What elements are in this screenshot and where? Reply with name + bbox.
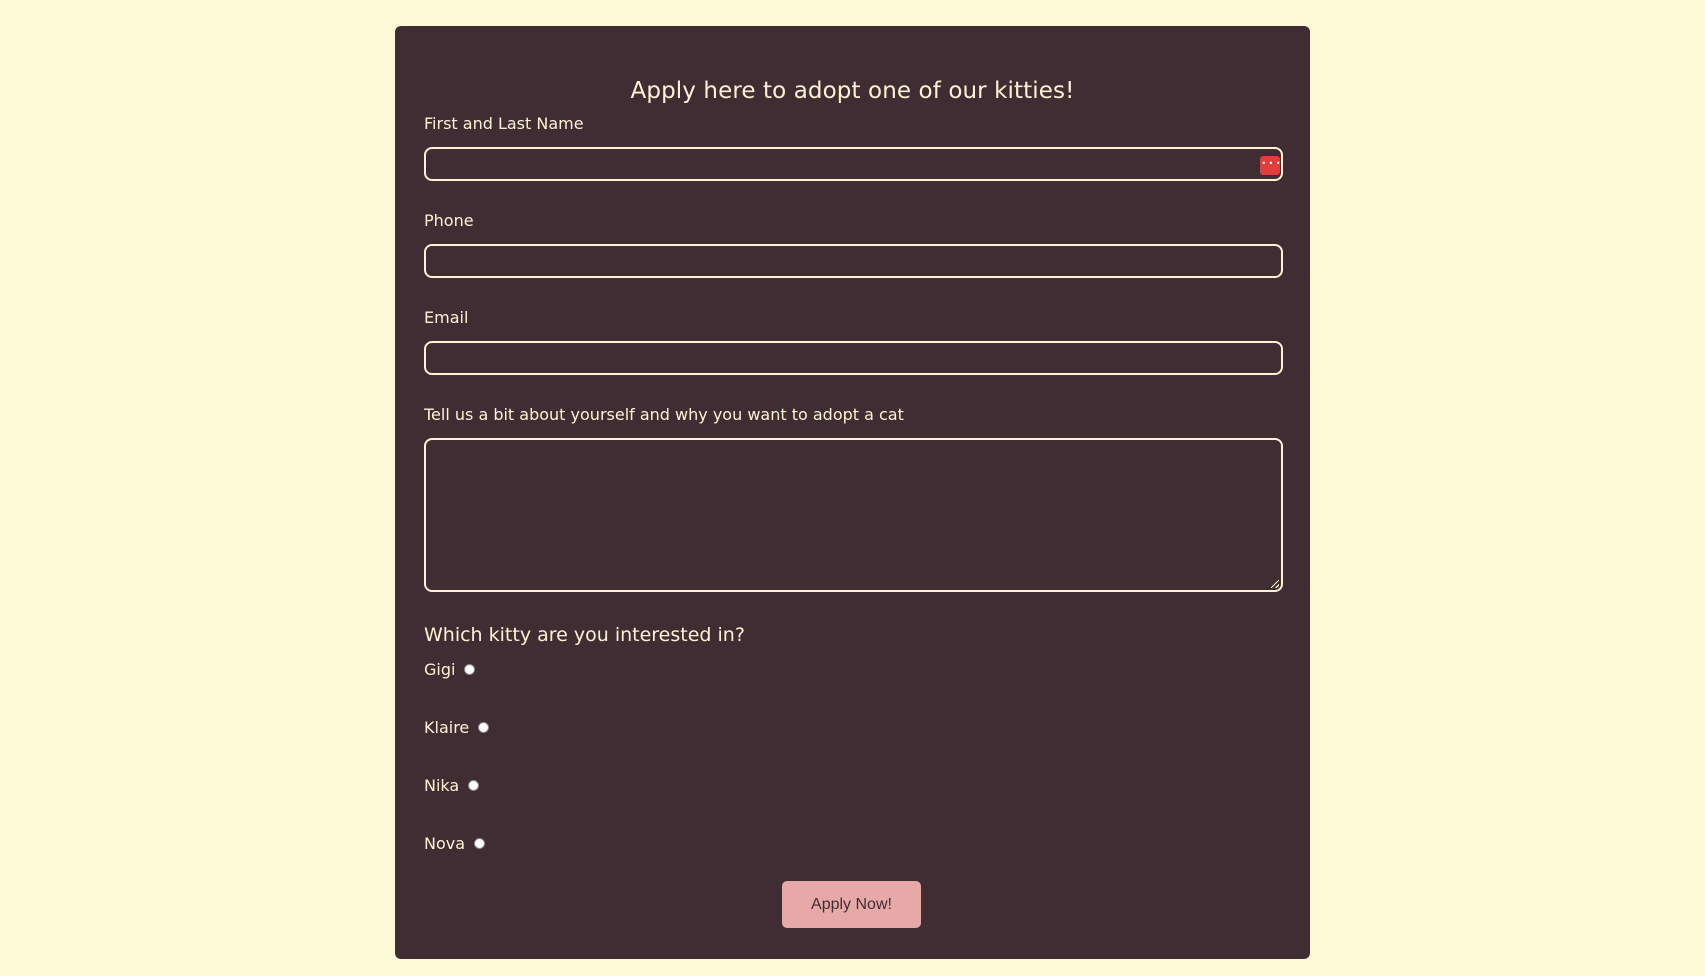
adoption-form-card: Apply here to adopt one of our kitties! … [395, 26, 1310, 959]
radio-button[interactable] [474, 838, 486, 849]
kitty-option-nova[interactable]: Nova [424, 834, 486, 853]
kitty-option-label: Nika [424, 776, 460, 795]
radio-button[interactable] [478, 722, 490, 733]
resize-grip-icon[interactable] [1271, 580, 1279, 588]
phone-input[interactable] [424, 244, 1283, 278]
apply-now-button[interactable]: Apply Now! [782, 881, 921, 928]
kitty-option-klaire[interactable]: Klaire [424, 718, 490, 737]
email-input[interactable] [424, 341, 1283, 375]
kitty-option-gigi[interactable]: Gigi [424, 660, 476, 679]
name-label: First and Last Name [424, 114, 584, 133]
about-label: Tell us a bit about yourself and why you… [424, 405, 904, 424]
about-textarea[interactable] [424, 438, 1283, 592]
kitty-question: Which kitty are you interested in? [424, 624, 745, 646]
radio-button[interactable] [468, 780, 480, 791]
password-manager-icon[interactable]: ··· [1260, 156, 1282, 175]
radio-button[interactable] [464, 664, 476, 675]
phone-label: Phone [424, 211, 474, 230]
kitty-option-label: Gigi [424, 660, 456, 679]
name-input[interactable]: ··· [424, 147, 1283, 181]
kitty-option-label: Klaire [424, 718, 470, 737]
form-title: Apply here to adopt one of our kitties! [630, 78, 1075, 104]
email-label: Email [424, 308, 469, 327]
kitty-option-label: Nova [424, 834, 466, 853]
kitty-option-nika[interactable]: Nika [424, 776, 480, 795]
